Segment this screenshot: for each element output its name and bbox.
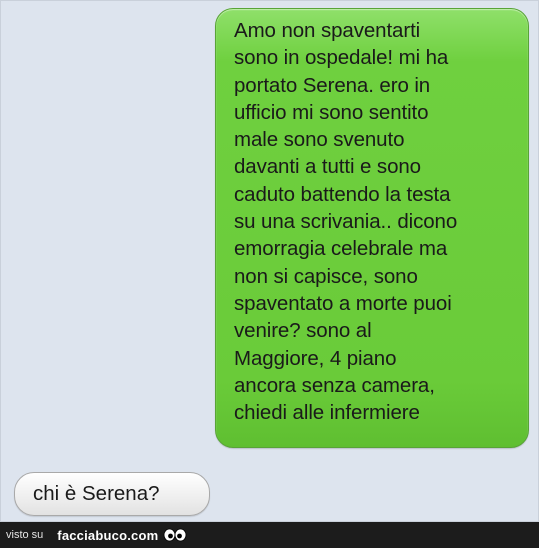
received-message-text: chi è Serena? [33, 482, 160, 505]
eyes-icon [163, 528, 187, 542]
watermark-brand[interactable]: facciabuco.com [57, 528, 158, 543]
sent-message-text: Amo non spaventarti sono in ospedale! mi… [234, 19, 458, 425]
watermark-prefix: visto su [6, 529, 44, 541]
message-thread: Amo non spaventarti sono in ospedale! mi… [0, 0, 539, 522]
watermark-bar: visto su facciabuco.com [0, 522, 539, 548]
received-message-bubble[interactable]: chi è Serena? [14, 472, 210, 516]
sent-message-bubble[interactable]: Amo non spaventarti sono in ospedale! mi… [215, 8, 529, 448]
